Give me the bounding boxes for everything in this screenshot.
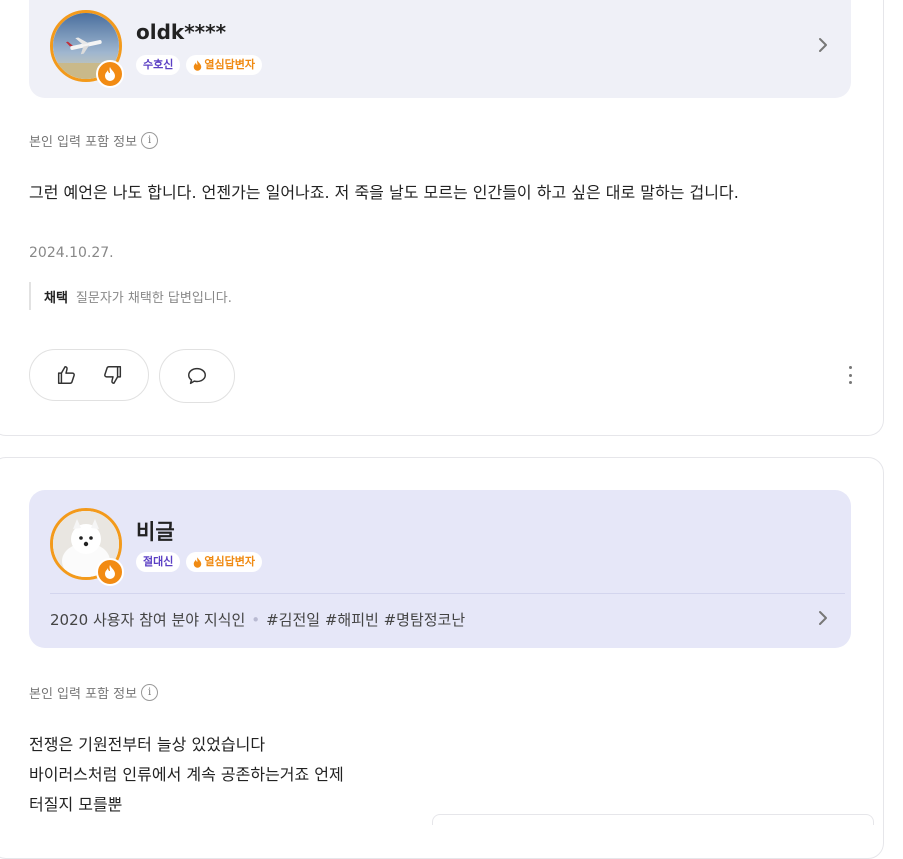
intro-text: 2020 사용자 참여 분야 지식인: [50, 611, 246, 629]
chevron-right-icon[interactable]: [817, 610, 829, 626]
answer-date: 2024.10.27.: [29, 245, 114, 261]
answer-line: 전쟁은 기원전부터 늘상 있었습니다: [29, 735, 266, 754]
active-answerer-label: 열심답변자: [204, 555, 255, 568]
answerer-name[interactable]: oldk****: [136, 20, 226, 44]
active-answerer-badge: 열심답변자: [186, 552, 262, 572]
rank-badge-label: 수호신: [143, 58, 174, 71]
flame-icon: [194, 556, 202, 568]
info-label-text: 본인 입력 포함 정보: [29, 687, 138, 702]
answer-line: 바이러스처럼 인류에서 계속 공존하는거죠 언제: [29, 765, 344, 784]
fire-level-badge: [96, 60, 124, 88]
more-options-icon[interactable]: [847, 366, 853, 384]
flame-icon: [105, 67, 115, 81]
adopted-text: 질문자가 채택한 답변입니다.: [75, 290, 232, 306]
avatar[interactable]: [50, 10, 124, 88]
comment-button[interactable]: [159, 349, 235, 403]
separator-dot: •: [251, 611, 261, 629]
info-icon[interactable]: i: [141, 132, 159, 149]
chevron-right-icon[interactable]: [817, 37, 829, 53]
answer-text: 전쟁은 기원전부터 늘상 있었습니다 바이러스처럼 인류에서 계속 공존하는거죠…: [29, 730, 344, 820]
info-label-text: 본인 입력 포함 정보: [29, 135, 138, 150]
profile-divider: [50, 593, 845, 594]
rank-badge: 절대신: [136, 552, 181, 572]
rank-badge-label: 절대신: [143, 555, 174, 568]
avatar[interactable]: [50, 508, 124, 586]
thumbs-up-icon[interactable]: [55, 364, 77, 386]
flame-icon: [194, 59, 202, 71]
active-answerer-badge: 열심답변자: [186, 55, 262, 75]
adopted-label: 채택: [44, 290, 68, 306]
answer-card: oldk**** 수호신 열심답변자 본인 입력 포함 정보 i 그런 예언은 …: [0, 0, 884, 436]
badge-group: 수호신 열심답변자: [136, 55, 262, 75]
answer-text: 그런 예언은 나도 합니다. 언젠가는 일어나죠. 저 죽을 날도 모르는 인간…: [29, 178, 739, 208]
thumbs-down-icon[interactable]: [102, 364, 124, 386]
vote-group: [29, 349, 149, 401]
badge-group: 절대신 열심답변자: [136, 552, 262, 572]
rank-badge: 수호신: [136, 55, 181, 75]
active-answerer-label: 열심답변자: [204, 58, 255, 71]
answerer-profile[interactable]: 비글 절대신 열심답변자 2020 사용자 참여 분야 지식인 • #김전일 #해피…: [29, 490, 851, 648]
fire-level-badge: [96, 558, 124, 586]
answerer-profile[interactable]: oldk**** 수호신 열심답변자: [29, 0, 851, 98]
info-icon[interactable]: i: [141, 684, 159, 701]
flame-icon: [105, 565, 115, 579]
floating-panel-edge: [432, 814, 874, 825]
answer-card: 비글 절대신 열심답변자 2020 사용자 참여 분야 지식인 • #김전일 #해피…: [0, 457, 884, 859]
answerer-name[interactable]: 비글: [136, 516, 175, 546]
info-label: 본인 입력 포함 정보 i: [29, 683, 159, 702]
intro-tags: #김전일 #해피빈 #명탐정코난: [266, 611, 466, 629]
comment-icon: [188, 367, 206, 385]
answer-line: 그런 예언은 나도 합니다. 언젠가는 일어나죠. 저 죽을 날도 모르는 인간…: [29, 183, 739, 202]
info-label: 본인 입력 포함 정보 i: [29, 131, 159, 150]
answer-line: 터질지 모를뿐: [29, 795, 123, 814]
adopted-notice: 채택 질문자가 채택한 답변입니다.: [29, 282, 232, 310]
answerer-intro[interactable]: 2020 사용자 참여 분야 지식인 • #김전일 #해피빈 #명탐정코난: [50, 609, 465, 630]
